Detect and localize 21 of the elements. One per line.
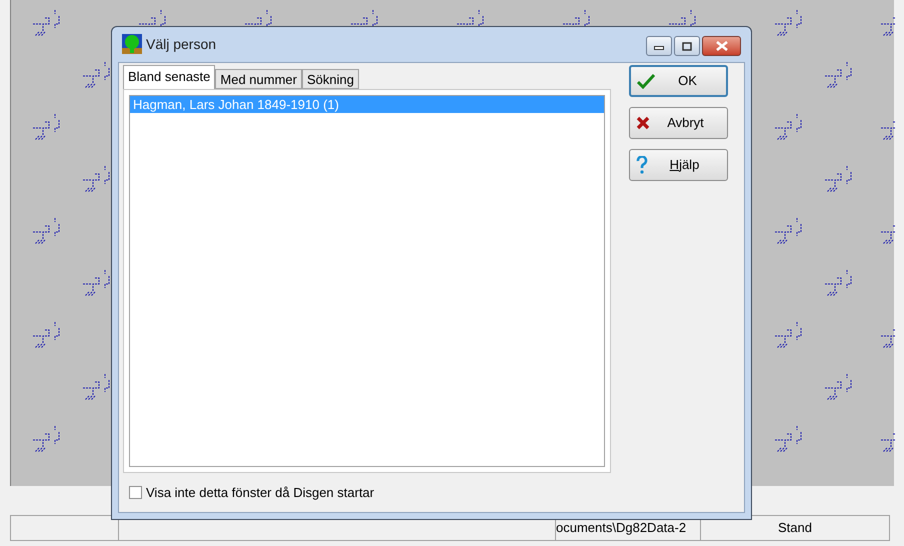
checkbox[interactable] <box>129 486 142 499</box>
check-icon <box>637 72 655 88</box>
window-title: Välj person <box>146 34 216 54</box>
maximize-button[interactable] <box>674 36 700 56</box>
close-button[interactable] <box>702 36 741 56</box>
tab[interactable]: Bland senaste <box>123 64 216 88</box>
status-text: ocuments\Dg82Data-2 <box>556 519 686 538</box>
help-button[interactable]: Hjälp <box>629 148 728 180</box>
tab[interactable]: Med nummer <box>215 68 302 88</box>
minimize-button[interactable] <box>646 36 672 56</box>
minimize-icon <box>654 46 664 50</box>
close-icon <box>716 41 728 51</box>
checkbox-label[interactable]: Visa inte detta fönster då Disgen startar <box>129 482 744 502</box>
status-text: Stand <box>778 519 812 538</box>
tree-icon <box>122 34 142 54</box>
maximize-icon <box>682 42 692 50</box>
ok-button[interactable]: OK <box>629 64 728 96</box>
cross-icon <box>636 116 650 130</box>
cancel-button[interactable]: Avbryt <box>629 106 728 138</box>
question-mark-icon <box>636 156 648 174</box>
tab[interactable]: Sökning <box>302 68 359 88</box>
